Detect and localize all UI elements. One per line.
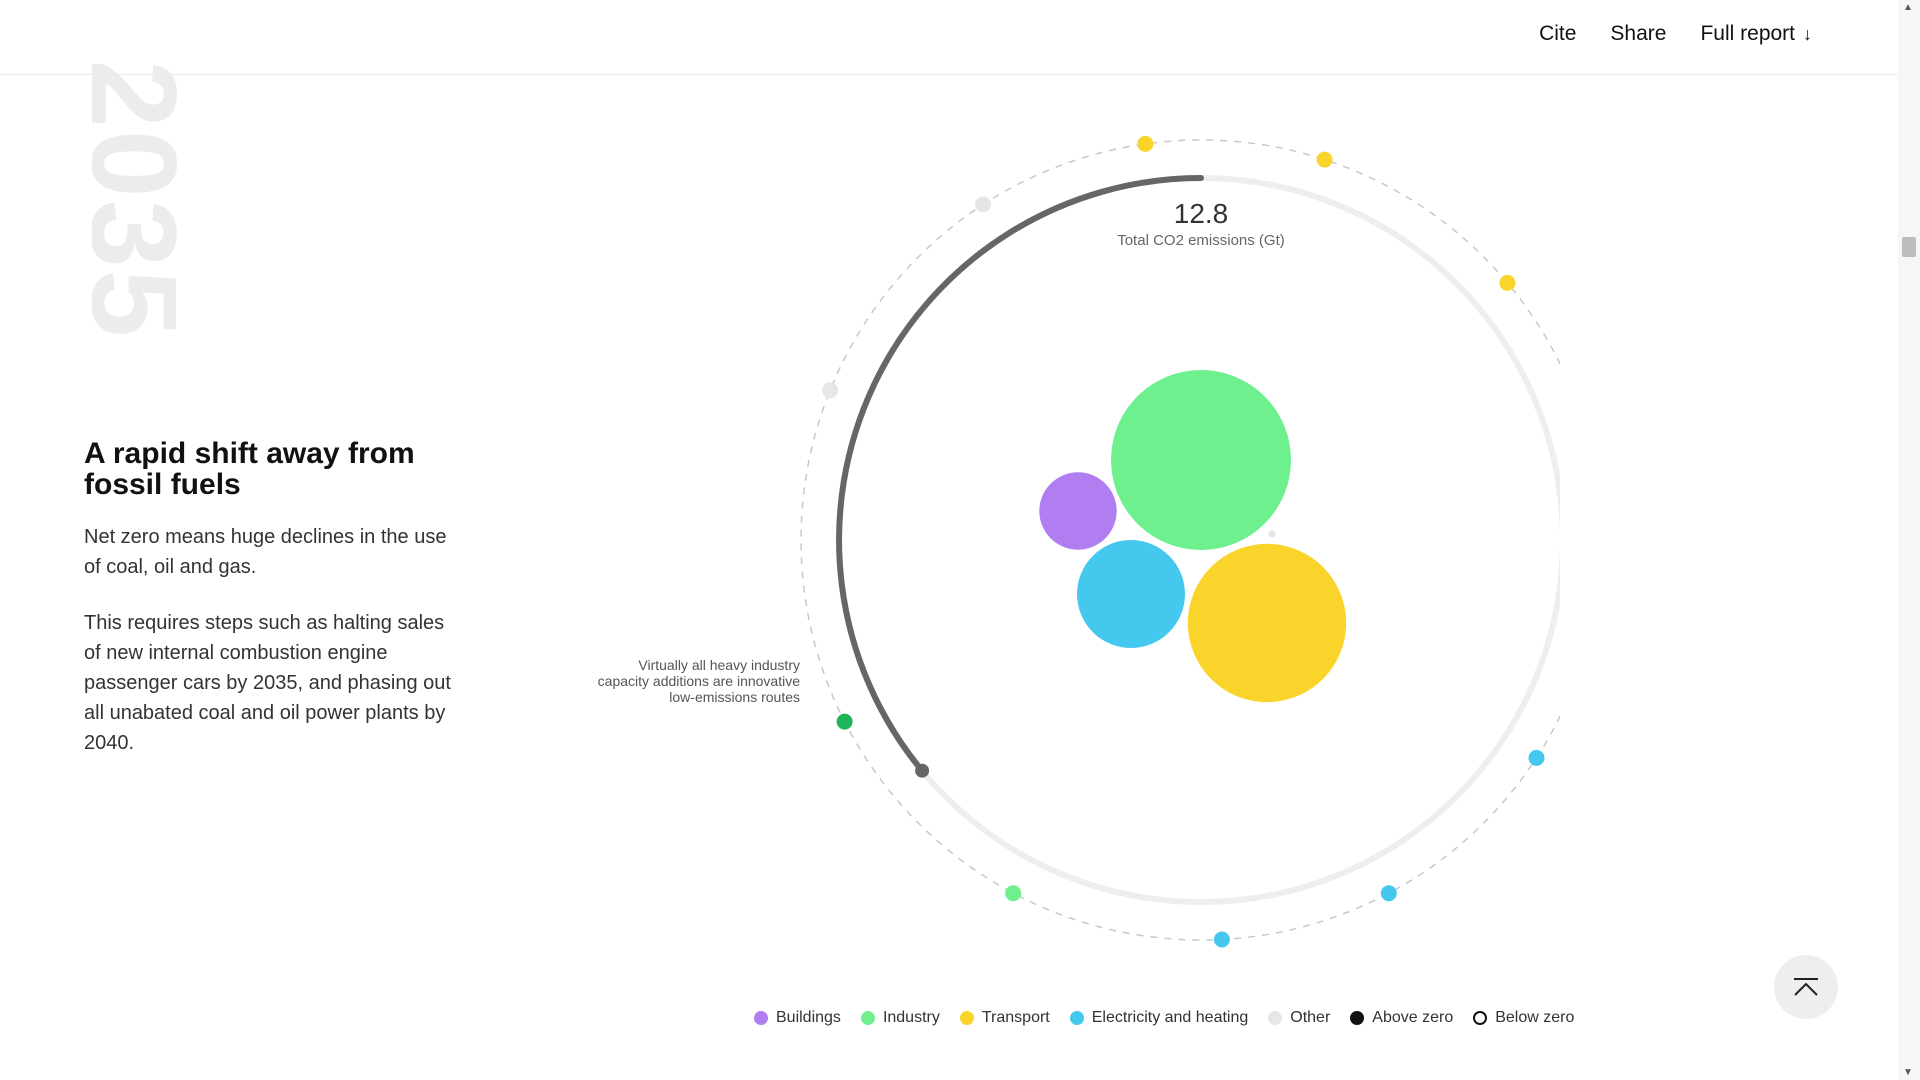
legend-item-industry: Industry <box>860 1009 940 1027</box>
bubble-other <box>1268 530 1276 538</box>
legend-item-buildings: Buildings <box>754 1009 841 1027</box>
legend-swatch <box>1268 1011 1283 1025</box>
progress-arc-end <box>915 763 930 778</box>
legend-label: Below zero <box>1495 1009 1575 1026</box>
share-link[interactable]: Share <box>1610 22 1666 46</box>
bubble-industry <box>1111 370 1291 550</box>
back-to-top-icon <box>1794 978 1818 996</box>
story-block: A rapid shift away from fossil fuels Net… <box>84 438 464 784</box>
milestone-dot-transport <box>1316 151 1333 168</box>
bubble-transport <box>1187 543 1347 703</box>
chart-legend: Buildings Industry Transport Electricity an… <box>754 1009 1574 1027</box>
year-watermark: 2035 <box>92 64 182 354</box>
scroll-up-icon[interactable]: ▲ <box>1903 2 1913 13</box>
bubble-buildings <box>1039 472 1117 550</box>
chart-bubbles <box>1039 370 1347 703</box>
full-report-link[interactable]: Full report ↓ <box>1700 22 1812 46</box>
story-paragraph-2: This requires steps such as halting sale… <box>84 612 451 754</box>
total-emissions-value: 12.8 <box>1174 198 1229 229</box>
legend-swatch <box>1473 1011 1488 1025</box>
top-nav: Cite Share Full report ↓ <box>1539 22 1812 46</box>
milestone-dot-industry <box>836 713 853 730</box>
scrollbar[interactable]: ▲ ▼ <box>1898 0 1920 1080</box>
cite-link[interactable]: Cite <box>1539 22 1576 46</box>
milestone-dot-other <box>822 382 839 399</box>
scroll-down-icon[interactable]: ▼ <box>1903 1067 1913 1078</box>
legend-item-below-zero: Below zero <box>1473 1009 1574 1027</box>
legend-swatch <box>1350 1011 1365 1025</box>
legend-item-electricity-and-heating: Electricity and heating <box>1069 1009 1249 1027</box>
emissions-chart: 12.8 Total CO2 emissions (Gt) <box>800 135 1560 948</box>
year-watermark-text: 2035 <box>92 64 182 340</box>
milestone-dot-transport <box>1137 135 1154 152</box>
story-heading: A rapid shift away from fossil fuels <box>84 437 415 501</box>
legend-label: Buildings <box>776 1009 841 1026</box>
top-bar: Cite Share Full report ↓ <box>0 0 1898 75</box>
milestone-dot-electricity-and-heating <box>1528 749 1545 766</box>
legend-label: Other <box>1290 1009 1331 1026</box>
legend-item-transport: Transport <box>959 1009 1050 1027</box>
milestone-dot-industry <box>1005 885 1022 902</box>
milestone-dot-electricity-and-heating <box>1213 931 1230 948</box>
legend-label: Transport <box>981 1009 1050 1026</box>
chart-annotation: Virtually all heavy industry capacity ad… <box>597 657 800 705</box>
story-paragraph-1: Net zero means huge declines in the use … <box>84 526 447 578</box>
milestone-dot-other <box>975 196 992 213</box>
back-to-top-button[interactable] <box>1774 955 1838 1019</box>
legend-item-other: Other <box>1268 1009 1330 1027</box>
legend-label: Industry <box>882 1009 940 1026</box>
scrollbar-thumb[interactable] <box>1902 237 1916 257</box>
total-emissions-label: Total CO2 emissions (Gt) <box>1117 232 1285 249</box>
arrow-down-icon: ↓ <box>1803 24 1812 44</box>
legend-swatch <box>959 1011 974 1025</box>
milestone-dot-transport <box>1499 274 1516 291</box>
legend-label: Above zero <box>1372 1009 1454 1026</box>
legend-label: Electricity and heating <box>1091 1009 1249 1026</box>
legend-swatch <box>1069 1011 1084 1025</box>
legend-swatch <box>860 1011 875 1025</box>
milestone-dot-electricity-and-heating <box>1380 885 1397 902</box>
legend-swatch <box>754 1011 768 1025</box>
bubble-electricity-and-heating <box>1077 540 1185 648</box>
legend-item-above-zero: Above zero <box>1350 1009 1453 1027</box>
full-report-label: Full report <box>1700 22 1795 45</box>
